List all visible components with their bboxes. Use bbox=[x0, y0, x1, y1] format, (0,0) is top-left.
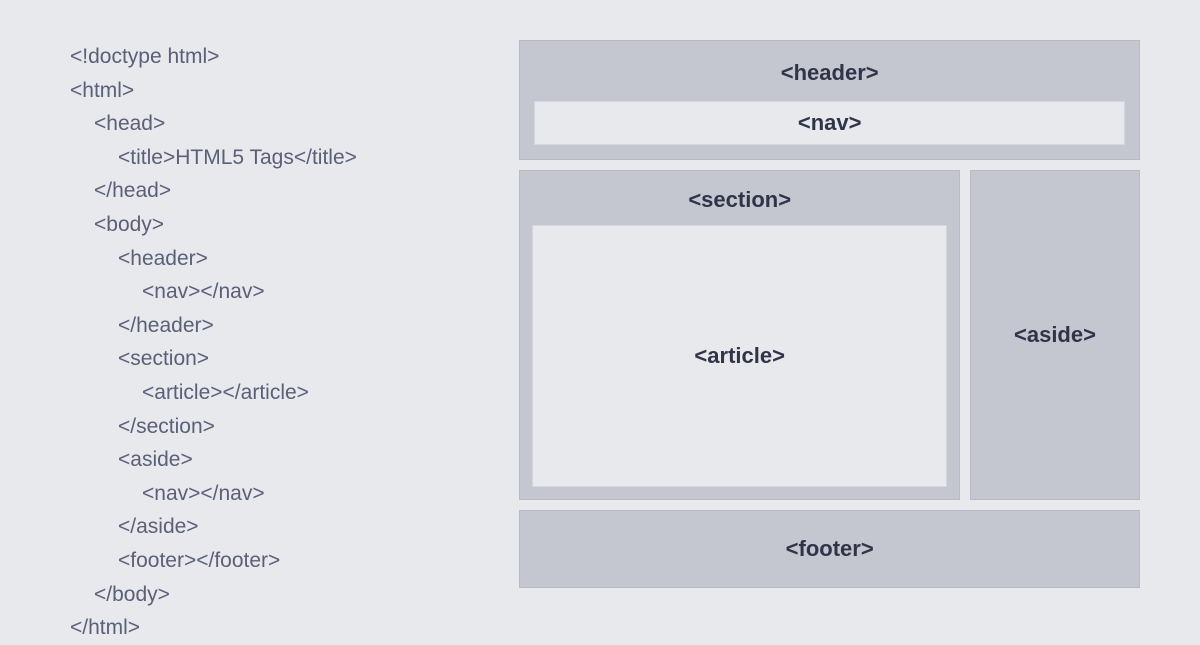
layout-diagram: <header> <nav> <section> <article> <asid… bbox=[519, 40, 1140, 588]
code-line-14: </aside> bbox=[70, 510, 519, 544]
code-line-11: </section> bbox=[70, 410, 519, 444]
code-line-7: <nav></nav> bbox=[70, 275, 519, 309]
nav-label: <nav> bbox=[798, 110, 862, 136]
code-line-4: </head> bbox=[70, 174, 519, 208]
header-region: <header> <nav> bbox=[519, 40, 1140, 160]
code-line-0: <!doctype html> bbox=[70, 40, 519, 74]
code-line-3: <title>HTML5 Tags</title> bbox=[70, 141, 519, 175]
code-line-8: </header> bbox=[70, 309, 519, 343]
code-line-5: <body> bbox=[70, 208, 519, 242]
header-label: <header> bbox=[781, 60, 879, 86]
code-line-16: </body> bbox=[70, 578, 519, 612]
nav-region: <nav> bbox=[534, 101, 1125, 145]
code-line-2: <head> bbox=[70, 107, 519, 141]
middle-row: <section> <article> <aside> bbox=[519, 170, 1140, 500]
section-region: <section> <article> bbox=[519, 170, 960, 500]
code-line-6: <header> bbox=[70, 242, 519, 276]
code-line-1: <html> bbox=[70, 74, 519, 108]
code-panel: <!doctype html><html><head><title>HTML5 … bbox=[70, 40, 519, 588]
footer-region: <footer> bbox=[519, 510, 1140, 588]
aside-region: <aside> bbox=[970, 170, 1140, 500]
article-label: <article> bbox=[694, 343, 785, 369]
aside-label: <aside> bbox=[1014, 322, 1096, 348]
code-line-13: <nav></nav> bbox=[70, 477, 519, 511]
code-line-10: <article></article> bbox=[70, 376, 519, 410]
footer-label: <footer> bbox=[786, 536, 874, 562]
article-region: <article> bbox=[532, 225, 947, 487]
code-line-12: <aside> bbox=[70, 443, 519, 477]
code-line-15: <footer></footer> bbox=[70, 544, 519, 578]
section-label: <section> bbox=[688, 187, 791, 213]
code-line-9: <section> bbox=[70, 342, 519, 376]
